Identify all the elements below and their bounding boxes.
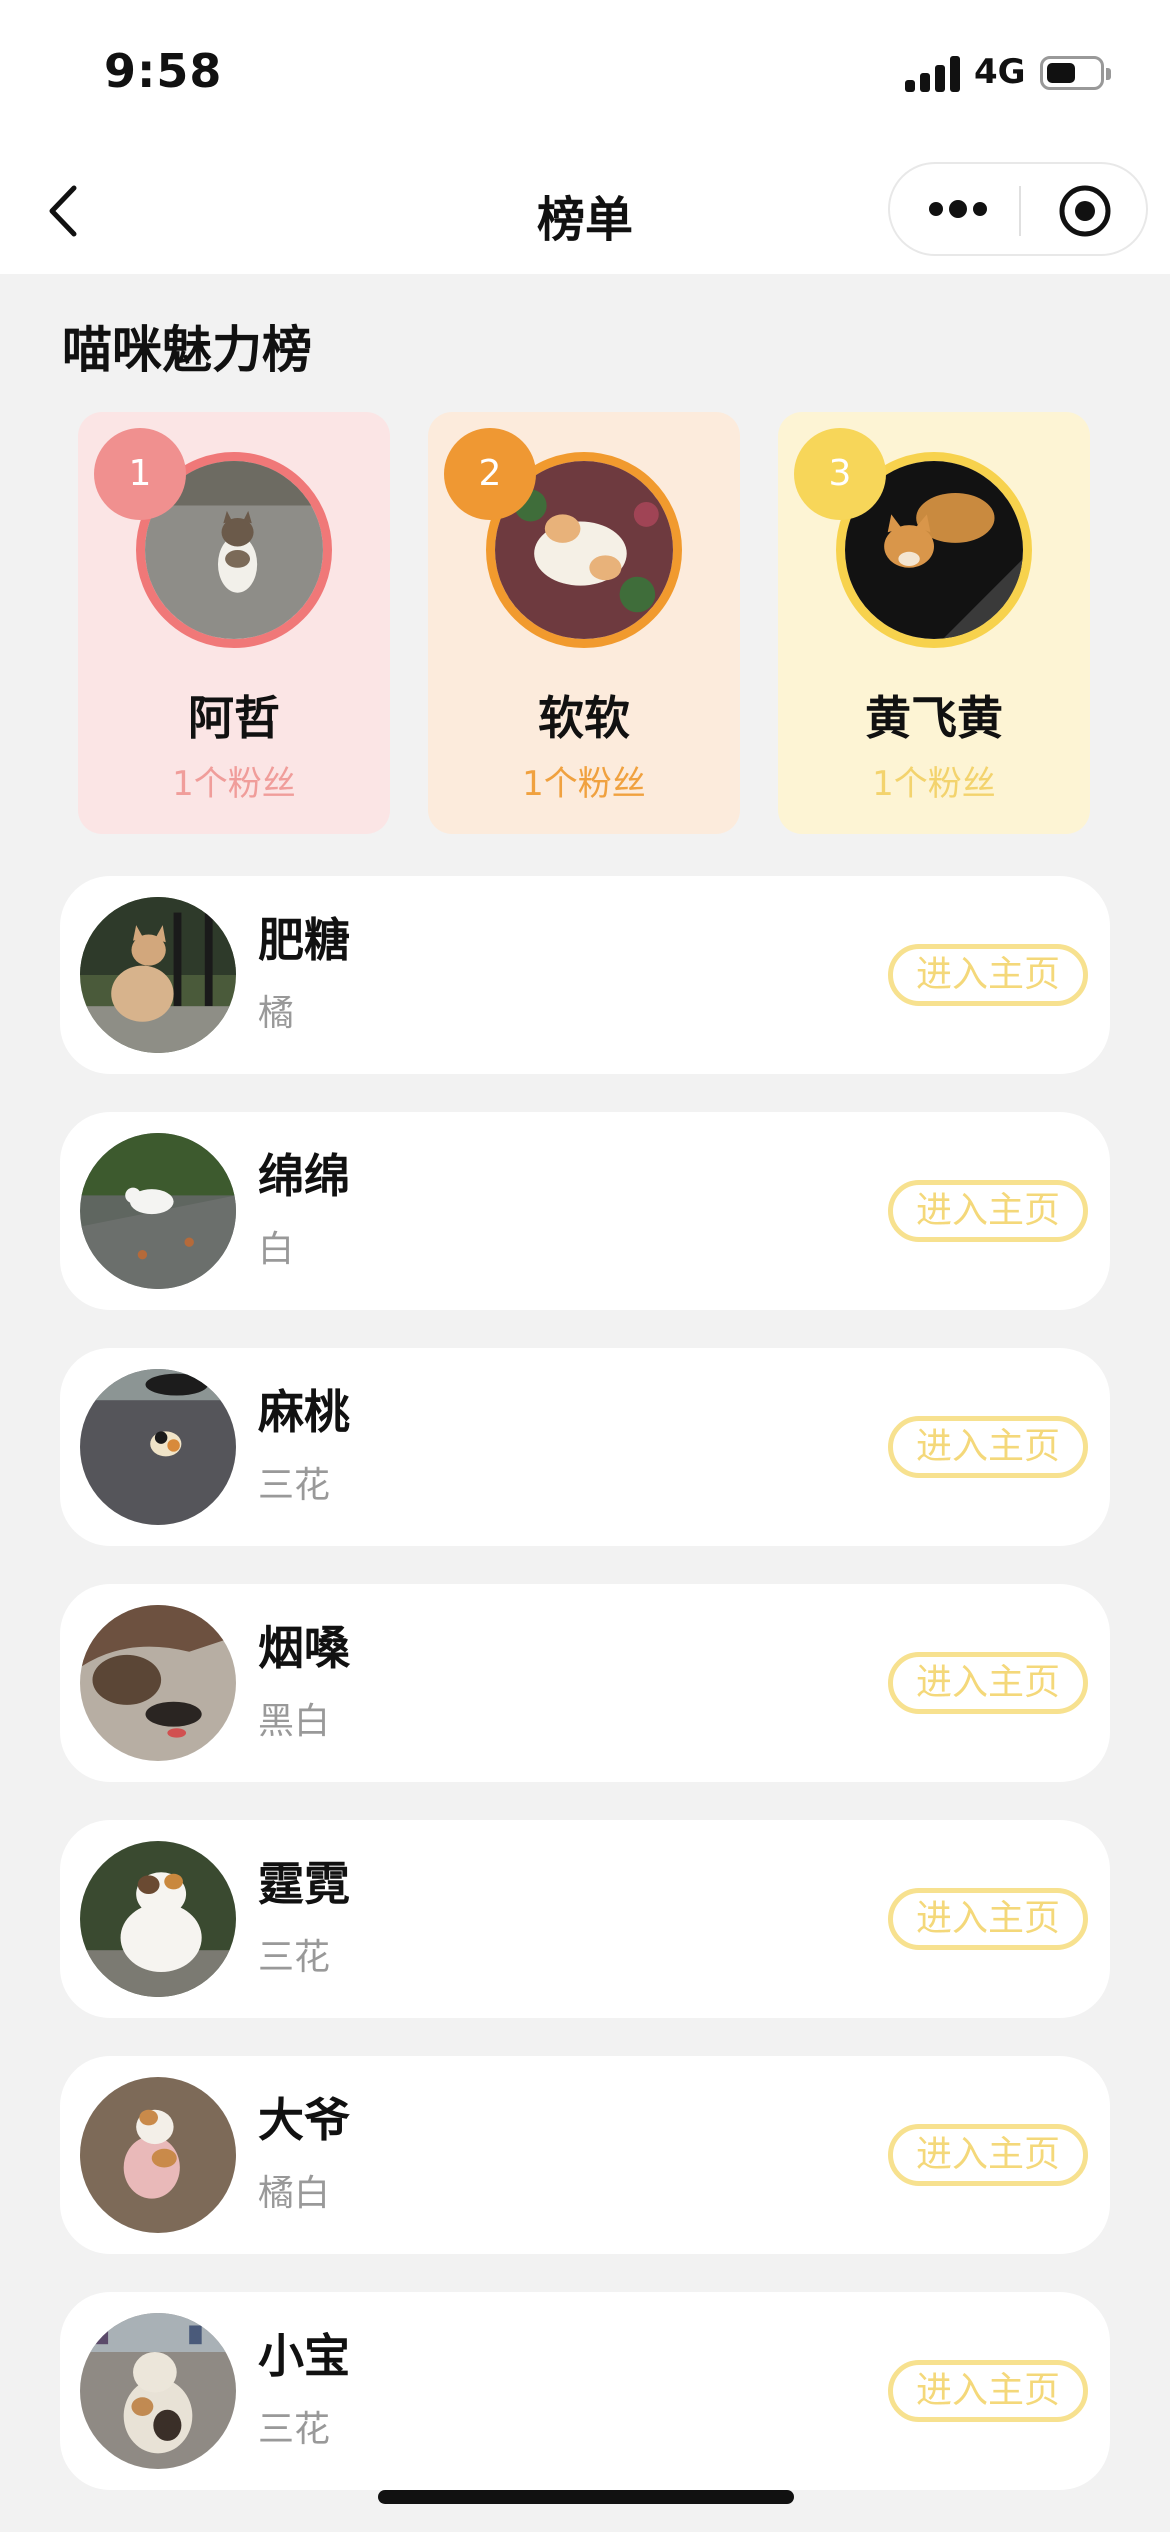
top-card-1[interactable]: 1 阿哲 1个粉丝 — [78, 412, 390, 834]
cat-name: 霆霓 — [258, 1857, 350, 1911]
cat-color: 三花 — [258, 1465, 331, 1506]
home-indicator[interactable] — [378, 2490, 794, 2504]
network-type: 4G — [974, 52, 1026, 92]
list-item[interactable]: 绵绵 白 进入主页 — [60, 1112, 1110, 1310]
rank-badge: 3 — [794, 428, 886, 520]
rank-badge: 1 — [94, 428, 186, 520]
cat-name: 烟嗓 — [258, 1621, 350, 1675]
cat-photo — [80, 2313, 236, 2469]
cat-color: 黑白 — [258, 1701, 331, 1742]
status-bar: 9:58 4G — [0, 0, 1170, 150]
cat-photo — [80, 1133, 236, 1289]
cat-color: 白 — [258, 1229, 295, 1270]
enter-homepage-button[interactable]: 进入主页 — [888, 2360, 1088, 2422]
cat-name: 阿哲 — [188, 691, 280, 745]
cat-photo — [80, 897, 236, 1053]
mini-program-capsule — [888, 162, 1148, 256]
cat-name: 黄飞黄 — [865, 691, 1003, 745]
cat-name: 麻桃 — [258, 1385, 350, 1439]
avatar — [80, 897, 236, 1053]
cat-name: 绵绵 — [258, 1149, 350, 1203]
nav-bar: 榜单 — [0, 150, 1170, 274]
list-item[interactable]: 麻桃 三花 进入主页 — [60, 1348, 1110, 1546]
enter-homepage-button[interactable]: 进入主页 — [888, 1652, 1088, 1714]
section-title: 喵咪魅力榜 — [62, 321, 312, 379]
cat-color: 三花 — [258, 2409, 331, 2450]
fan-count: 1个粉丝 — [872, 764, 996, 804]
target-circle-icon[interactable] — [1058, 184, 1112, 238]
avatar — [80, 1369, 236, 1525]
cat-color: 橘白 — [258, 2173, 331, 2214]
enter-homepage-button[interactable]: 进入主页 — [888, 944, 1088, 1006]
cat-color: 橘 — [258, 993, 295, 1034]
status-time: 9:58 — [104, 44, 223, 98]
cat-name: 小宝 — [258, 2329, 350, 2383]
cat-photo — [80, 1841, 236, 1997]
enter-homepage-button[interactable]: 进入主页 — [888, 2124, 1088, 2186]
enter-homepage-button[interactable]: 进入主页 — [888, 1888, 1088, 1950]
list-item[interactable]: 肥糖 橘 进入主页 — [60, 876, 1110, 1074]
fan-count: 1个粉丝 — [522, 764, 646, 804]
list-item[interactable]: 小宝 三花 进入主页 — [60, 2292, 1110, 2490]
enter-homepage-button[interactable]: 进入主页 — [888, 1416, 1088, 1478]
avatar — [80, 1605, 236, 1761]
list-item[interactable]: 霆霓 三花 进入主页 — [60, 1820, 1110, 2018]
cat-photo — [80, 1369, 236, 1525]
top-card-2[interactable]: 2 软软 1个粉丝 — [428, 412, 740, 834]
list-item[interactable]: 烟嗓 黑白 进入主页 — [60, 1584, 1110, 1782]
cat-photo — [80, 2077, 236, 2233]
top-card-3[interactable]: 3 黄飞黄 1个粉丝 — [778, 412, 1090, 834]
signal-icon — [905, 56, 961, 92]
capsule-divider — [1019, 186, 1021, 236]
rank-badge: 2 — [444, 428, 536, 520]
cat-name: 大爷 — [258, 2093, 350, 2147]
avatar — [80, 2313, 236, 2469]
battery-icon — [1040, 56, 1111, 90]
enter-homepage-button[interactable]: 进入主页 — [888, 1180, 1088, 1242]
cat-name: 软软 — [538, 691, 630, 745]
list-item[interactable]: 大爷 橘白 进入主页 — [60, 2056, 1110, 2254]
cat-name: 肥糖 — [258, 913, 350, 967]
fan-count: 1个粉丝 — [172, 764, 296, 804]
more-dots-icon[interactable] — [928, 194, 988, 224]
cat-color: 三花 — [258, 1937, 331, 1978]
avatar — [80, 1133, 236, 1289]
avatar — [80, 2077, 236, 2233]
cat-photo — [80, 1605, 236, 1761]
avatar — [80, 1841, 236, 1997]
